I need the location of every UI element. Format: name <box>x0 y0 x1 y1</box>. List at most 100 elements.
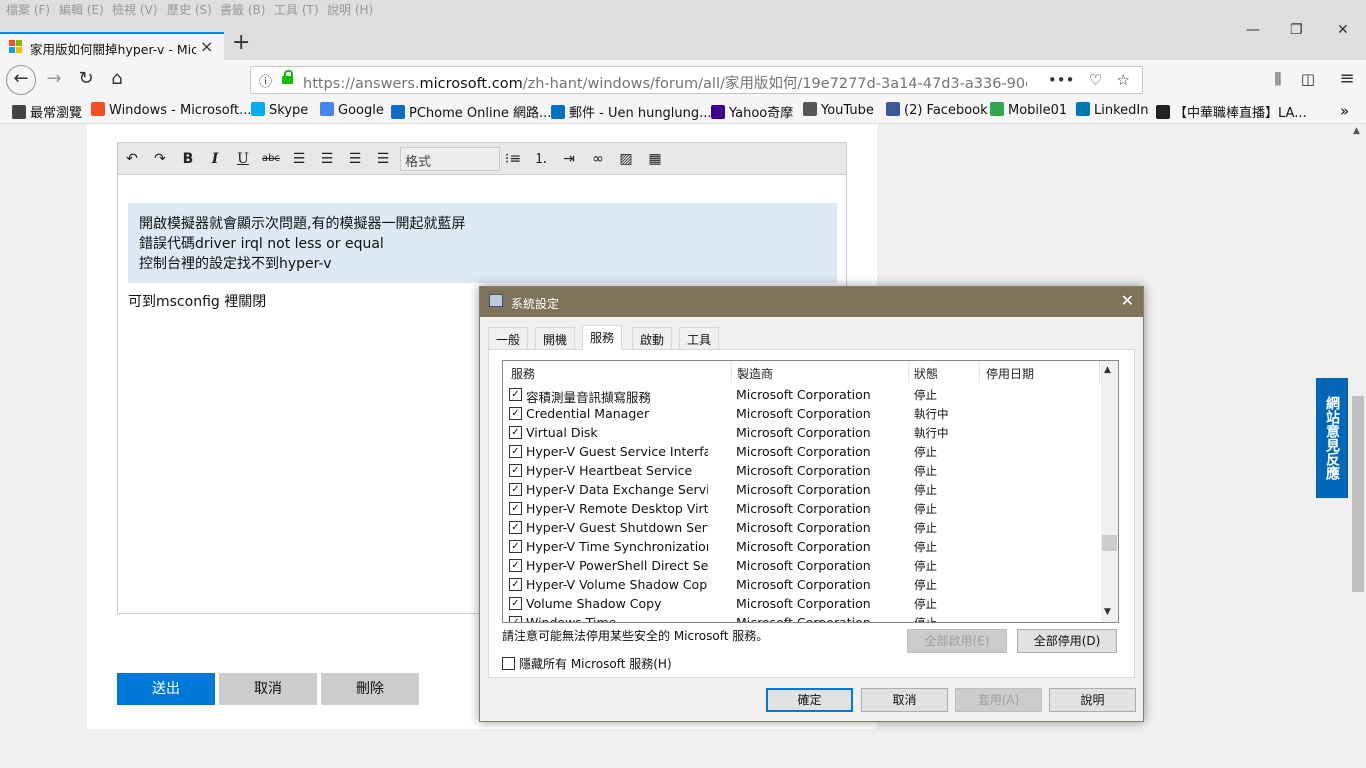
menu-edit[interactable]: 編輯 (E) <box>59 1 104 18</box>
column-manufacturer[interactable]: 製造商 <box>737 365 773 382</box>
justify-icon[interactable]: ☰ <box>371 147 395 171</box>
menu-history[interactable]: 歷史 (S) <box>167 1 212 18</box>
menu-help[interactable]: 說明 (H) <box>327 1 373 18</box>
cancel-button[interactable]: 取消 <box>219 673 317 705</box>
service-row[interactable]: ✓ Hyper-V Data Exchange Service Microsoft … <box>503 480 1101 499</box>
url-bar[interactable]: ⓘ https://answers.microsoft.com/zh-hant/… <box>250 66 1143 94</box>
bookmark-item[interactable]: PChome Online 網路... <box>391 102 551 121</box>
undo-icon[interactable]: ↶ <box>120 147 144 171</box>
service-checkbox[interactable]: ✓ <box>509 388 522 401</box>
align-center-icon[interactable]: ☰ <box>315 147 339 171</box>
service-row[interactable]: ✓ Hyper-V Volume Shadow Copy R... Microsof… <box>503 575 1101 594</box>
service-row[interactable]: ✓ Volume Shadow Copy Microsoft Corporation… <box>503 594 1101 613</box>
ok-button[interactable]: 確定 <box>766 688 853 712</box>
tab-close-icon[interactable]: × <box>200 37 213 56</box>
delete-button[interactable]: 刪除 <box>321 673 419 705</box>
service-checkbox[interactable]: ✓ <box>509 559 522 572</box>
home-icon[interactable]: ⌂ <box>103 66 131 94</box>
star-icon[interactable]: ☆ <box>1117 71 1130 89</box>
list-scrollbar[interactable]: ▲ ▼ <box>1101 361 1118 622</box>
table-icon[interactable]: ▦ <box>643 147 667 171</box>
bookmark-item[interactable]: 【中華職棒直播】LA... <box>1156 102 1307 121</box>
bold-icon[interactable]: B <box>176 147 200 171</box>
numbered-list-icon[interactable]: ⒈ <box>529 147 553 171</box>
service-row[interactable]: ✓ Hyper-V PowerShell Direct Service Micros… <box>503 556 1101 575</box>
column-status[interactable]: 狀態 <box>914 365 938 382</box>
checkbox-icon[interactable] <box>502 657 515 670</box>
service-row[interactable]: ✓ Windows Time Microsoft Corporation 停止 <box>503 613 1101 622</box>
bookmark-item[interactable]: Google <box>320 102 384 118</box>
image-icon[interactable]: ▨ <box>614 147 638 171</box>
page-actions-icon[interactable]: ••• <box>1048 71 1075 89</box>
new-tab-icon[interactable]: + <box>232 30 250 55</box>
info-icon[interactable]: ⓘ <box>259 71 272 90</box>
menu-tools[interactable]: 工具 (T) <box>274 1 319 18</box>
browser-tab[interactable]: 家用版如何關掉hyper-v - Microsoft × <box>0 32 224 61</box>
service-row[interactable]: ✓ Credential Manager Microsoft Corporation… <box>503 404 1101 423</box>
disable-all-button[interactable]: 全部停用(D) <box>1017 629 1117 653</box>
service-row[interactable]: ✓ Hyper-V Guest Shutdown Service Microsoft… <box>503 518 1101 537</box>
underline-icon[interactable]: U <box>231 147 255 171</box>
column-disabled-date[interactable]: 停用日期 <box>986 365 1034 382</box>
align-right-icon[interactable]: ☰ <box>343 147 367 171</box>
tab-startup[interactable]: 啟動 <box>632 327 673 349</box>
scroll-down-icon[interactable]: ▼ <box>1104 607 1111 617</box>
service-checkbox[interactable]: ✓ <box>509 597 522 610</box>
help-button[interactable]: 說明 <box>1049 688 1136 712</box>
service-row[interactable]: ✓ Hyper-V Time Synchronization Ser... Micr… <box>503 537 1101 556</box>
bookmark-item[interactable]: Skype <box>251 102 308 118</box>
service-checkbox[interactable]: ✓ <box>509 616 522 622</box>
format-select[interactable]: 格式 <box>400 147 500 171</box>
dialog-cancel-button[interactable]: 取消 <box>861 688 948 712</box>
service-row[interactable]: ✓ Virtual Disk Microsoft Corporation 執行中 <box>503 423 1101 442</box>
service-checkbox[interactable]: ✓ <box>509 521 522 534</box>
menu-view[interactable]: 檢視 (V) <box>112 1 157 18</box>
service-row[interactable]: ✓ Hyper-V Guest Service Interface Microsof… <box>503 442 1101 461</box>
service-checkbox[interactable]: ✓ <box>509 502 522 515</box>
tab-general[interactable]: 一般 <box>488 327 529 349</box>
bookmark-item[interactable]: Windows - Microsoft... <box>91 102 252 118</box>
minimize-icon[interactable]: — <box>1246 22 1260 38</box>
back-icon[interactable]: ← <box>6 65 36 95</box>
page-scrollbar[interactable]: ▲ <box>1350 124 1366 768</box>
more-bookmarks-icon[interactable]: » <box>1340 102 1349 120</box>
service-checkbox[interactable]: ✓ <box>509 407 522 420</box>
page-scroll-thumb[interactable] <box>1352 396 1364 592</box>
link-icon[interactable]: ∞ <box>586 147 610 171</box>
service-row[interactable]: ✓ Hyper-V Heartbeat Service Microsoft Corp… <box>503 461 1101 480</box>
bookmark-item[interactable]: YouTube <box>803 102 874 118</box>
service-checkbox[interactable]: ✓ <box>509 578 522 591</box>
indent-icon[interactable]: ⇥ <box>557 147 581 171</box>
bookmark-item[interactable]: (2) Facebook <box>886 102 988 118</box>
service-checkbox[interactable]: ✓ <box>509 445 522 458</box>
redo-icon[interactable]: ↷ <box>148 147 172 171</box>
menu-file[interactable]: 檔案 (F) <box>6 1 50 18</box>
menu-icon[interactable]: ≡ <box>1333 66 1361 94</box>
services-list[interactable]: 服務 製造商 狀態 停用日期 ✓ 容積測量音訊擷寫服務 Microsoft Corp… <box>502 360 1119 623</box>
service-checkbox[interactable]: ✓ <box>509 426 522 439</box>
bookmark-item[interactable]: Yahoo奇摩 <box>711 102 793 121</box>
service-row[interactable]: ✓ 容積測量音訊擷寫服務 Microsoft Corporation 停止 <box>503 385 1101 405</box>
tab-services[interactable]: 服務 <box>582 325 623 350</box>
maximize-icon[interactable]: ❐ <box>1290 22 1303 38</box>
bullet-list-icon[interactable]: ⁝≡ <box>501 147 525 171</box>
column-service[interactable]: 服務 <box>511 365 535 382</box>
tab-tools[interactable]: 工具 <box>679 327 720 349</box>
bookmark-item[interactable]: 最常瀏覽 <box>12 102 82 121</box>
apply-button[interactable]: 套用(A) <box>955 688 1042 712</box>
window-close-icon[interactable]: ✕ <box>1337 22 1349 38</box>
service-row[interactable]: ✓ Hyper-V Remote Desktop Virtualiz... Micr… <box>503 499 1101 518</box>
url-text[interactable]: https://answers.microsoft.com/zh-hant/wi… <box>303 72 1027 93</box>
pocket-icon[interactable]: ♡ <box>1089 71 1102 89</box>
strikethrough-icon[interactable]: abc <box>259 147 283 171</box>
forward-icon[interactable]: → <box>40 66 68 94</box>
list-scroll-thumb[interactable] <box>1102 535 1117 551</box>
menu-bookmarks[interactable]: 書籤 (B) <box>220 1 265 18</box>
reply-text[interactable]: 可到msconfig 裡關閉 <box>128 291 266 311</box>
sidebar-icon[interactable]: ◫ <box>1294 66 1322 94</box>
library-icon[interactable]: ⫼ <box>1264 66 1292 94</box>
scroll-up-icon[interactable]: ▲ <box>1104 365 1111 375</box>
bookmark-item[interactable]: LinkedIn <box>1076 102 1148 118</box>
bookmark-item[interactable]: Mobile01 <box>990 102 1067 118</box>
enable-all-button[interactable]: 全部啟用(E) <box>907 629 1007 653</box>
